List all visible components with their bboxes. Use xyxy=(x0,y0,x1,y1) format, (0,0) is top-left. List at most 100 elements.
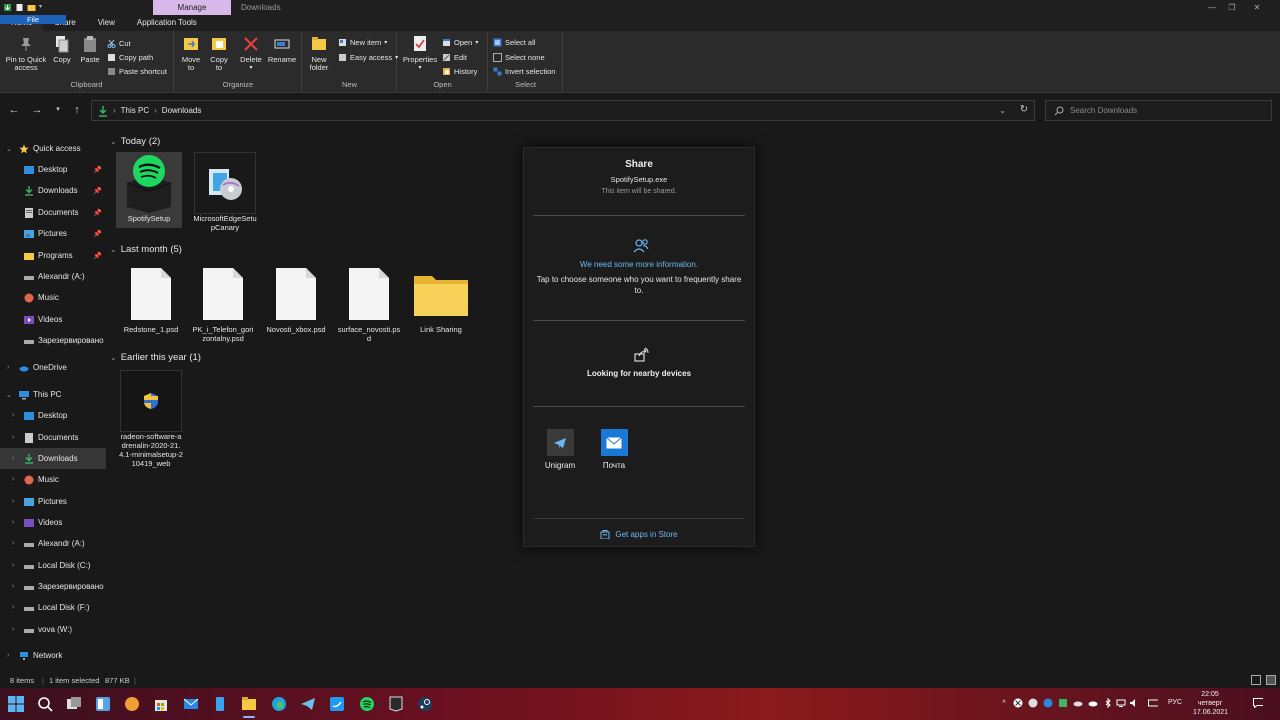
collapse-chevron-icon[interactable]: ⌄ xyxy=(110,245,117,254)
refresh-icon[interactable]: ↻ xyxy=(1016,102,1032,118)
rename-button[interactable]: Rename xyxy=(267,35,297,64)
share-app-mail[interactable]: Почта xyxy=(594,429,634,470)
properties-button[interactable]: Properties ▾ xyxy=(401,35,439,72)
file-item[interactable]: surface_novosti.psd xyxy=(336,263,402,343)
details-view-icon[interactable] xyxy=(1251,675,1261,685)
address-bar[interactable]: › This PC › Downloads ⌄ xyxy=(91,100,1035,121)
nav-pc-documents[interactable]: › Documents xyxy=(0,427,106,448)
security-tray-icon[interactable] xyxy=(1058,698,1068,708)
spotify-icon[interactable] xyxy=(357,694,377,714)
group-header-earlier[interactable]: ⌄ Earlier this year (1) xyxy=(110,352,201,363)
nav-pc-drive-f[interactable]: › Local Disk (F:) xyxy=(0,597,106,618)
collapsed-chevron-icon[interactable]: › xyxy=(12,498,14,505)
file-item[interactable]: PK_i_Telefon_gorizontalny.psd xyxy=(190,263,256,343)
notifications-icon[interactable] xyxy=(1253,698,1263,708)
large-icons-view-icon[interactable] xyxy=(1266,675,1276,685)
paste-shortcut-button[interactable]: Paste shortcut xyxy=(107,67,167,76)
search-icon[interactable] xyxy=(35,694,55,714)
nav-qa-pictures[interactable]: Pictures 📌 xyxy=(0,223,106,244)
nav-pc-drive-c[interactable]: › Local Disk (C:) xyxy=(0,555,106,576)
file-item[interactable]: MicrosoftEdgeSetupCanary xyxy=(192,152,258,238)
file-explorer-icon[interactable] xyxy=(239,694,259,718)
tab-view[interactable]: View xyxy=(87,15,126,31)
edit-button[interactable]: Edit xyxy=(442,53,467,62)
expanded-chevron-icon[interactable]: ⌄ xyxy=(6,391,12,399)
phone-app-icon[interactable] xyxy=(210,694,230,714)
collapsed-chevron-icon[interactable]: › xyxy=(7,652,9,659)
choose-contact-description[interactable]: Tap to choose someone who you want to fr… xyxy=(536,274,742,296)
nav-pc-videos[interactable]: › Videos xyxy=(0,512,106,533)
nav-qa-desktop[interactable]: Desktop 📌 xyxy=(0,159,106,180)
collapsed-chevron-icon[interactable]: › xyxy=(12,626,14,633)
collapsed-chevron-icon[interactable]: › xyxy=(12,434,14,441)
group-header-last-month[interactable]: ⌄ Last month (5) xyxy=(110,244,182,255)
nav-pc-downloads[interactable]: › Downloads xyxy=(0,448,106,469)
store-icon[interactable] xyxy=(151,694,171,714)
telegram-icon[interactable] xyxy=(298,694,318,714)
nav-onedrive[interactable]: › OneDrive xyxy=(0,357,106,378)
breadcrumb-downloads[interactable]: Downloads xyxy=(162,106,202,115)
steam-tray-icon[interactable] xyxy=(1028,698,1038,708)
get-apps-in-store-link[interactable]: Get apps in Store xyxy=(524,529,754,539)
maximize-button[interactable]: ❐ xyxy=(1220,0,1244,15)
nav-qa-videos[interactable]: Videos xyxy=(0,309,106,330)
collapsed-chevron-icon[interactable]: › xyxy=(12,519,14,526)
collapse-chevron-icon[interactable]: ⌄ xyxy=(110,353,117,362)
file-item[interactable]: radeon-software-adrenalin-2020-21.4.1-mi… xyxy=(118,370,184,468)
nav-pc-pictures[interactable]: › Pictures xyxy=(0,491,106,512)
expanded-chevron-icon[interactable]: ⌄ xyxy=(6,145,12,153)
nav-qa-music[interactable]: Music xyxy=(0,287,106,308)
breadcrumb-this-pc[interactable]: This PC xyxy=(121,106,149,115)
address-dropdown-chevron-icon[interactable]: ⌄ xyxy=(999,106,1006,115)
paste-button[interactable]: Paste xyxy=(78,35,102,64)
task-view-icon[interactable] xyxy=(64,694,84,714)
network-wired-icon[interactable] xyxy=(1116,698,1126,708)
forward-arrow-icon[interactable]: → xyxy=(29,102,45,118)
copy-to-button[interactable]: Copy to xyxy=(207,35,231,72)
tab-file[interactable]: File xyxy=(0,15,66,24)
select-none-button[interactable]: Select none xyxy=(493,53,545,62)
start-windows-icon[interactable] xyxy=(6,694,26,714)
collapsed-chevron-icon[interactable]: › xyxy=(12,412,14,419)
copy-button[interactable]: Copy xyxy=(50,35,74,64)
move-to-button[interactable]: Move to xyxy=(179,35,203,72)
share-app-unigram[interactable]: Unigram xyxy=(540,429,580,470)
nav-qa-drive-a[interactable]: Alexandr (A:) xyxy=(0,266,106,287)
widgets-icon[interactable] xyxy=(93,694,113,714)
up-arrow-icon[interactable]: ↑ xyxy=(69,102,85,118)
epic-games-icon[interactable] xyxy=(386,694,406,714)
mail-icon[interactable] xyxy=(181,694,201,714)
nav-network[interactable]: › Network xyxy=(0,645,106,666)
tray-overflow-chevron-icon[interactable]: ^ xyxy=(999,698,1009,708)
bluetooth-icon[interactable] xyxy=(1103,698,1113,708)
group-header-today[interactable]: ⌄ Today (2) xyxy=(110,136,160,147)
cut-button[interactable]: Cut xyxy=(107,39,131,48)
chat-icon[interactable] xyxy=(122,694,142,714)
nav-pc-drive-w[interactable]: › vova (W:) xyxy=(0,619,106,640)
collapsed-chevron-icon[interactable]: › xyxy=(12,540,14,547)
file-item[interactable]: Redstone_1.psd xyxy=(118,263,184,334)
select-all-button[interactable]: Select all xyxy=(493,38,535,47)
keyboard-icon[interactable] xyxy=(1148,698,1158,708)
manage-context-tab[interactable]: Manage xyxy=(153,0,231,15)
cloud-tray-icon[interactable] xyxy=(1073,698,1083,708)
nav-this-pc[interactable]: ⌄ This PC xyxy=(0,384,106,405)
onedrive-tray-icon[interactable] xyxy=(1088,698,1098,708)
new-folder-button[interactable]: New folder xyxy=(307,35,331,72)
search-box[interactable]: Search Downloads xyxy=(1045,100,1272,121)
collapsed-chevron-icon[interactable]: › xyxy=(12,455,14,462)
file-item[interactable]: Novosti_xbox.psd xyxy=(263,263,329,334)
close-button[interactable]: ✕ xyxy=(1245,0,1269,15)
edge-icon[interactable] xyxy=(269,694,289,714)
nav-qa-programs[interactable]: Programs 📌 xyxy=(0,245,106,266)
file-item[interactable]: Link Sharing xyxy=(408,263,474,334)
open-button[interactable]: Open ▾ xyxy=(442,38,478,47)
nav-qa-reserved[interactable]: Зарезервировано xyxy=(0,330,106,351)
collapsed-chevron-icon[interactable]: › xyxy=(12,562,14,569)
back-arrow-icon[interactable]: ← xyxy=(6,102,22,118)
collapsed-chevron-icon[interactable]: › xyxy=(12,476,14,483)
new-folder-quick-icon[interactable] xyxy=(27,3,36,12)
xbox-tray-icon[interactable] xyxy=(1013,698,1023,708)
tab-application-tools[interactable]: Application Tools xyxy=(126,15,208,31)
copy-path-button[interactable]: Copy path xyxy=(107,53,153,62)
